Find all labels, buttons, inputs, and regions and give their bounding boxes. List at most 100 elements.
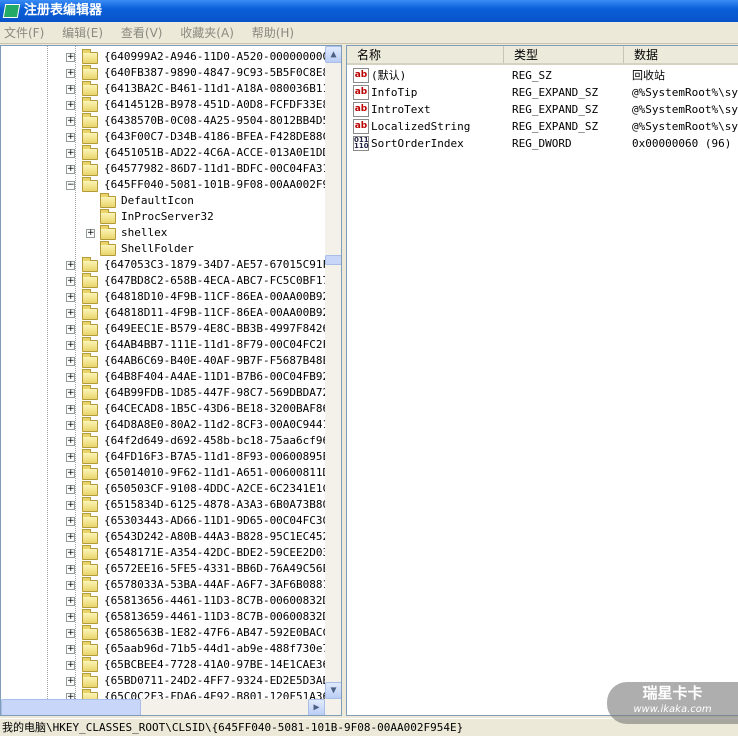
tree-node-label[interactable]: {6414512B-B978-451D-A0D8-FCFDF33E833C <box>104 97 341 113</box>
column-data[interactable]: 数据 <box>624 46 738 63</box>
tree-node[interactable]: + shellex <box>1 225 325 241</box>
tree-node[interactable]: + {6413BA2C-B461-11d1-A18A-080036B11A03 <box>1 81 341 97</box>
expand-icon[interactable]: + <box>66 85 75 94</box>
tree-node-label[interactable]: {65BD0711-24D2-4FF7-9324-ED2E5D3ABAFA <box>104 673 341 689</box>
tree-node-label[interactable]: {6586563B-1E82-47F6-AB47-592E0BACCFA6 <box>104 625 341 641</box>
expand-icon[interactable]: + <box>66 453 75 462</box>
expand-icon[interactable]: + <box>66 165 75 174</box>
expand-icon[interactable]: + <box>66 517 75 526</box>
expand-icon[interactable]: + <box>66 597 75 606</box>
value-row[interactable]: ab LocalizedString REG_EXPAND_SZ @%Syste… <box>347 118 738 135</box>
tree-node-label[interactable]: {640FB387-9890-4847-9C93-5B5F0C8E85C7 <box>104 65 341 81</box>
tree-node[interactable]: + {647053C3-1879-34D7-AE57-67015C91FC70 <box>1 257 341 273</box>
tree-node[interactable]: + {649EEC1E-B579-4E8C-BB3B-4997F8426536 <box>1 321 341 337</box>
column-name[interactable]: 名称 <box>347 46 504 63</box>
tree-node[interactable]: + {64FD16F3-B7A5-11d1-8F93-00600895E7D5 <box>1 449 341 465</box>
tree-node[interactable]: + {6586563B-1E82-47F6-AB47-592E0BACCFA6 <box>1 625 341 641</box>
tree-node-label[interactable]: {64577982-86D7-11d1-BDFC-00C04FA31009 <box>104 161 341 177</box>
tree-node-label[interactable]: {647BD8C2-658B-4ECA-ABC7-FC5C0BF1704D <box>104 273 341 289</box>
tree-node-label[interactable]: InProcServer32 <box>121 209 214 225</box>
menu-view[interactable]: 查看(V) <box>121 26 163 40</box>
tree-node-label[interactable]: {6578033A-53BA-44AF-A6F7-3AF6B08812EC <box>104 577 341 593</box>
tree-node[interactable]: + {65014010-9F62-11d1-A651-00600811D5CE <box>1 465 341 481</box>
tree-node[interactable]: + {6438570B-0C08-4A25-9504-8012BB4D50CF <box>1 113 341 129</box>
expand-icon[interactable]: + <box>66 469 75 478</box>
expand-icon[interactable]: + <box>66 133 75 142</box>
expand-icon[interactable]: + <box>66 549 75 558</box>
tree-node[interactable]: + {643F00C7-D34B-4186-BFEA-F428DE88CF15 <box>1 129 341 145</box>
expand-icon[interactable]: + <box>66 53 75 62</box>
tree-node[interactable]: DefaultIcon <box>1 193 325 209</box>
tree-node[interactable]: + {6414512B-B978-451D-A0D8-FCFDF33E833C <box>1 97 341 113</box>
expand-icon[interactable]: + <box>66 581 75 590</box>
tree-node-label[interactable]: {6413BA2C-B461-11d1-A18A-080036B11A03 <box>104 81 341 97</box>
tree-node[interactable]: + {6578033A-53BA-44AF-A6F7-3AF6B08812EC <box>1 577 341 593</box>
tree-node-label[interactable]: {64D8A8E0-80A2-11d2-8CF3-00A0C9441E20 <box>104 417 341 433</box>
tree-node[interactable]: + {64818D10-4F9B-11CF-86EA-00AA00B929E8 <box>1 289 341 305</box>
expand-icon[interactable]: + <box>66 661 75 670</box>
tree-node[interactable]: + {64818D11-4F9B-11CF-86EA-00AA00B929E8 <box>1 305 341 321</box>
tree-node[interactable]: + {6572EE16-5FE5-4331-BB6D-76A49C56E423 <box>1 561 341 577</box>
tree-node-label[interactable]: {6548171E-A354-42DC-BDE2-59CEE2D03A29 <box>104 545 341 561</box>
expand-icon[interactable]: + <box>66 389 75 398</box>
registry-tree[interactable]: + {640999A2-A946-11D0-A520-000000000000 + {… <box>0 45 342 716</box>
tree-node-label[interactable]: {65014010-9F62-11d1-A651-00600811D5CE <box>104 465 341 481</box>
tree-node[interactable]: + {65BD0711-24D2-4FF7-9324-ED2E5D3ABAFA <box>1 673 341 689</box>
menu-help[interactable]: 帮助(H) <box>252 26 294 40</box>
expand-icon[interactable]: + <box>66 677 75 686</box>
tree-horizontal-scrollbar[interactable]: ▶ <box>1 699 341 715</box>
tree-node-label[interactable]: {6451051B-AD22-4C6A-ACCE-013A0E1DDBC3 <box>104 145 341 161</box>
expand-icon[interactable]: + <box>66 325 75 334</box>
tree-node[interactable]: + {6548171E-A354-42DC-BDE2-59CEE2D03A29 <box>1 545 341 561</box>
value-row[interactable]: ab IntroText REG_EXPAND_SZ @%SystemRoot%… <box>347 101 738 118</box>
scroll-thumb[interactable] <box>325 255 341 265</box>
tree-node-label[interactable]: DefaultIcon <box>121 193 194 209</box>
tree-node-label[interactable]: {65aab96d-71b5-44d1-ab9e-488f730e7870 <box>104 641 341 657</box>
tree-node[interactable]: ShellFolder <box>1 241 325 257</box>
tree-node-label[interactable]: {64818D10-4F9B-11CF-86EA-00AA00B929E8 <box>104 289 341 305</box>
tree-node[interactable]: + {64B99FDB-1D85-447F-98C7-569DBDA723DB <box>1 385 341 401</box>
tree-node[interactable]: + {64AB6C69-B40E-40AF-9B7F-F5687B48E2B6 <box>1 353 341 369</box>
expand-icon[interactable]: + <box>66 341 75 350</box>
menu-favorites[interactable]: 收藏夹(A) <box>180 26 234 40</box>
scroll-down-button[interactable]: ▼ <box>325 682 341 699</box>
tree-node-label[interactable]: {64f2d649-d692-458b-bc18-75aa6cf96b0a <box>104 433 341 449</box>
tree-node[interactable]: + {65813659-4461-11D3-8C7B-00600832DCED <box>1 609 341 625</box>
tree-node-label[interactable]: {640999A2-A946-11D0-A520-000000000000 <box>104 49 341 65</box>
tree-node[interactable]: + {64f2d649-d692-458b-bc18-75aa6cf96b0a <box>1 433 341 449</box>
tree-node[interactable]: + {64577982-86D7-11d1-BDFC-00C04FA31009 <box>1 161 341 177</box>
tree-vertical-scrollbar[interactable]: ▲ ▼ <box>325 46 341 699</box>
tree-node-label[interactable]: {65813656-4461-11D3-8C7B-00600832DCED <box>104 593 341 609</box>
tree-node-label[interactable]: {6572EE16-5FE5-4331-BB6D-76A49C56E423 <box>104 561 341 577</box>
tree-node-label[interactable]: {64B8F404-A4AE-11D1-B7B6-00C04FB926AF <box>104 369 341 385</box>
menu-file[interactable]: 文件(F) <box>4 26 44 40</box>
expand-icon[interactable]: + <box>66 373 75 382</box>
expand-icon[interactable]: + <box>66 149 75 158</box>
expand-icon[interactable]: + <box>86 229 95 238</box>
value-row[interactable]: ab InfoTip REG_EXPAND_SZ @%SystemRoot%\s… <box>347 84 738 101</box>
tree-node[interactable]: + {6543D242-A80B-44A3-B828-95C1EC452423 <box>1 529 341 545</box>
collapse-icon[interactable]: − <box>66 181 75 190</box>
expand-icon[interactable]: + <box>66 501 75 510</box>
tree-node-label[interactable]: {6543D242-A80B-44A3-B828-95C1EC452423 <box>104 529 341 545</box>
expand-icon[interactable]: + <box>66 309 75 318</box>
expand-icon[interactable]: + <box>66 437 75 446</box>
tree-node[interactable]: + {64CECAD8-1B5C-43D6-BE18-3200BAF86F4D <box>1 401 341 417</box>
scroll-up-button[interactable]: ▲ <box>325 46 341 63</box>
tree-node-label[interactable]: {64818D11-4F9B-11CF-86EA-00AA00B929E8 <box>104 305 341 321</box>
tree-node-label[interactable]: {645FF040-5081-101B-9F08-00AA002F954E <box>104 177 341 193</box>
tree-node-label[interactable]: {64FD16F3-B7A5-11d1-8F93-00600895E7D5 <box>104 449 341 465</box>
tree-node-label[interactable]: {6515834D-6125-4878-A3A3-6B0A73B809A2 <box>104 497 341 513</box>
expand-icon[interactable]: + <box>66 69 75 78</box>
column-type[interactable]: 类型 <box>504 46 624 63</box>
expand-icon[interactable]: + <box>66 629 75 638</box>
expand-icon[interactable]: + <box>66 421 75 430</box>
tree-node-label[interactable]: {64B99FDB-1D85-447F-98C7-569DBDA723DB <box>104 385 341 401</box>
tree-node[interactable]: + {64B8F404-A4AE-11D1-B7B6-00C04FB926AF <box>1 369 341 385</box>
tree-node[interactable]: InProcServer32 <box>1 209 325 225</box>
expand-icon[interactable]: + <box>66 261 75 270</box>
expand-icon[interactable]: + <box>66 293 75 302</box>
tree-node[interactable]: + {6515834D-6125-4878-A3A3-6B0A73B809A2 <box>1 497 341 513</box>
tree-node-label[interactable]: {65303443-AD66-11D1-9D65-00C04FC30DF6 <box>104 513 341 529</box>
expand-icon[interactable]: + <box>66 533 75 542</box>
